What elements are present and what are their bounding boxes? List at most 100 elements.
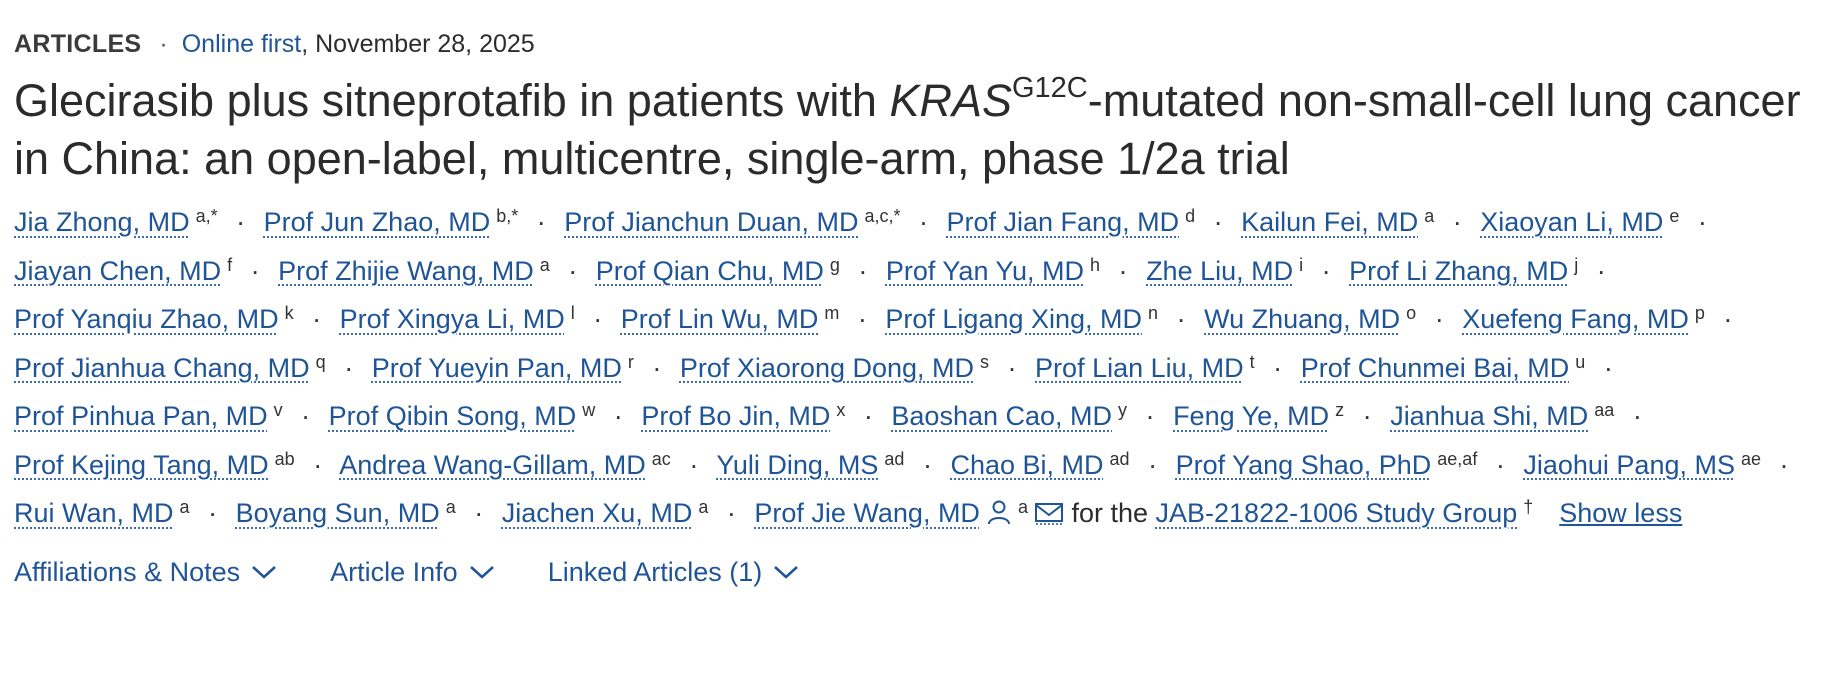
author-affiliation[interactable]: aa — [1594, 400, 1614, 420]
author-affiliation[interactable]: f — [227, 255, 232, 275]
author-name[interactable]: Prof Yueyin Pan, MD — [372, 353, 622, 383]
author-name[interactable]: Wu Zhuang, MD — [1204, 304, 1400, 334]
author-name[interactable]: Prof Pinhua Pan, MD — [14, 401, 268, 431]
author-separator: · — [301, 401, 311, 431]
author-affiliation[interactable]: ae — [1741, 449, 1761, 469]
author-affiliation[interactable]: a — [1424, 206, 1434, 226]
author-name[interactable]: Prof Yanqiu Zhao, MD — [14, 304, 279, 334]
author-affiliation[interactable]: a — [698, 497, 708, 517]
author-name[interactable]: Prof Kejing Tang, MD — [14, 450, 269, 480]
author-item: Prof Jianchun Duan, MD a,c,* — [564, 207, 900, 237]
author-name[interactable]: Prof Xiaorong Dong, MD — [680, 353, 974, 383]
author-affiliation[interactable]: s — [980, 352, 989, 372]
author-affiliation[interactable]: ac — [652, 449, 671, 469]
tab-article-info[interactable]: Article Info — [330, 557, 496, 588]
author-name[interactable]: Prof Xingya Li, MD — [340, 304, 565, 334]
author-name[interactable]: Prof Li Zhang, MD — [1349, 256, 1568, 286]
author-item: Prof Li Zhang, MD j — [1349, 256, 1578, 286]
author-name[interactable]: Jiachen Xu, MD — [502, 498, 693, 528]
tab-affiliations-notes[interactable]: Affiliations & Notes — [14, 557, 278, 588]
author-affiliation[interactable]: t — [1250, 352, 1255, 372]
author-name[interactable]: Prof Ligang Xing, MD — [885, 304, 1142, 334]
author-name[interactable]: Prof Lian Liu, MD — [1035, 353, 1244, 383]
author-name[interactable]: Kailun Fei, MD — [1241, 207, 1418, 237]
author-item: Jiayan Chen, MD f — [14, 256, 232, 286]
author-affiliation[interactable]: b,* — [496, 206, 518, 226]
author-separator: · — [1118, 255, 1128, 286]
author-name[interactable]: Prof Qian Chu, MD — [596, 256, 824, 286]
author-separator: · — [1176, 304, 1186, 334]
author-name[interactable]: Baoshan Cao, MD — [891, 401, 1112, 431]
author-name[interactable]: Yuli Ding, MS — [716, 450, 878, 480]
author-name[interactable]: Prof Jian Fang, MD — [947, 207, 1180, 237]
author-name[interactable]: Prof Yan Yu, MD — [886, 256, 1084, 286]
author-name[interactable]: Jianhua Shi, MD — [1390, 401, 1588, 431]
author-name[interactable]: Jiaohui Pang, MS — [1523, 450, 1735, 480]
author-affiliation[interactable]: r — [628, 352, 634, 372]
author-affiliation[interactable]: a — [180, 497, 190, 517]
author-affiliation[interactable]: v — [274, 400, 283, 420]
show-less-button[interactable]: Show less — [1559, 498, 1682, 528]
author-affiliation[interactable]: ad — [884, 449, 904, 469]
author-name[interactable]: Xuefeng Fang, MD — [1462, 304, 1689, 334]
author-name[interactable]: Prof Jianhua Chang, MD — [14, 353, 310, 383]
author-affiliation[interactable]: m — [824, 303, 839, 323]
author-name[interactable]: Prof Jun Zhao, MD — [264, 207, 491, 237]
author-name[interactable]: Prof Qibin Song, MD — [329, 401, 577, 431]
author-name[interactable]: Prof Bo Jin, MD — [641, 401, 830, 431]
author-affiliation[interactable]: u — [1575, 352, 1585, 372]
author-name[interactable]: Prof Yang Shao, PhD — [1176, 450, 1432, 480]
author-affiliation[interactable]: x — [836, 400, 845, 420]
author-separator: · — [1362, 401, 1372, 431]
author-affiliation[interactable]: a — [1018, 497, 1028, 517]
author-affiliation[interactable]: n — [1148, 303, 1158, 323]
author-affiliation[interactable]: i — [1299, 255, 1303, 275]
author-name[interactable]: Prof Chunmei Bai, MD — [1301, 353, 1570, 383]
author-affiliation[interactable]: j — [1574, 255, 1578, 275]
author-affiliation[interactable]: l — [571, 303, 575, 323]
author-affiliation[interactable]: a,c,* — [864, 206, 900, 226]
author-affiliation[interactable]: a,* — [196, 206, 218, 226]
author-name[interactable]: Zhe Liu, MD — [1146, 256, 1293, 286]
author-name[interactable]: Prof Jianchun Duan, MD — [564, 207, 858, 237]
tab-linked-articles[interactable]: Linked Articles (1) — [548, 557, 801, 588]
publication-date: , November 28, 2025 — [301, 29, 535, 58]
author-affiliation[interactable]: e — [1669, 206, 1679, 226]
author-separator: · — [1213, 207, 1223, 237]
person-icon[interactable] — [986, 492, 1012, 541]
author-name[interactable]: Prof Zhijie Wang, MD — [278, 256, 534, 286]
author-affiliation[interactable]: o — [1406, 303, 1416, 323]
author-affiliation[interactable]: ab — [275, 449, 295, 469]
author-affiliation[interactable]: z — [1335, 400, 1344, 420]
author-affiliation[interactable]: w — [582, 400, 595, 420]
author-affiliation[interactable]: k — [285, 303, 294, 323]
author-name[interactable]: Andrea Wang-Gillam, MD — [339, 450, 646, 480]
author-name[interactable]: Xiaoyan Li, MD — [1480, 207, 1663, 237]
author-name[interactable]: Rui Wan, MD — [14, 498, 174, 528]
author-affiliation[interactable]: q — [316, 352, 326, 372]
author-affiliation[interactable]: ae,af — [1437, 449, 1477, 469]
author-item: Prof Qibin Song, MD w — [329, 401, 596, 431]
author-affiliation[interactable]: y — [1118, 400, 1127, 420]
author-affiliation[interactable]: a — [540, 255, 550, 275]
author-item: Prof Xiaorong Dong, MD s — [680, 353, 989, 383]
author-item: Chao Bi, MD ad — [950, 450, 1129, 480]
author-affiliation[interactable]: a — [446, 497, 456, 517]
author-affiliation[interactable]: g — [830, 255, 840, 275]
author-name[interactable]: Feng Ye, MD — [1173, 401, 1329, 431]
envelope-icon[interactable] — [1034, 492, 1064, 541]
author-name[interactable]: Jiayan Chen, MD — [14, 256, 221, 286]
author-name[interactable]: Prof Lin Wu, MD — [621, 304, 819, 334]
author-name[interactable]: Jia Zhong, MD — [14, 207, 190, 237]
author-affiliation[interactable]: h — [1090, 255, 1100, 275]
author-separator: · — [726, 498, 736, 528]
author-affiliation[interactable]: ad — [1110, 449, 1130, 469]
author-name[interactable]: Boyang Sun, MD — [236, 498, 440, 528]
study-group-name[interactable]: JAB-21822-1006 Study Group — [1156, 498, 1518, 528]
study-group-note[interactable]: † — [1523, 497, 1533, 517]
author-affiliation[interactable]: d — [1185, 206, 1195, 226]
online-first-link[interactable]: Online first — [182, 31, 301, 57]
author-affiliation[interactable]: p — [1695, 303, 1705, 323]
author-name[interactable]: Prof Jie Wang, MD — [754, 498, 980, 528]
author-name[interactable]: Chao Bi, MD — [950, 450, 1103, 480]
